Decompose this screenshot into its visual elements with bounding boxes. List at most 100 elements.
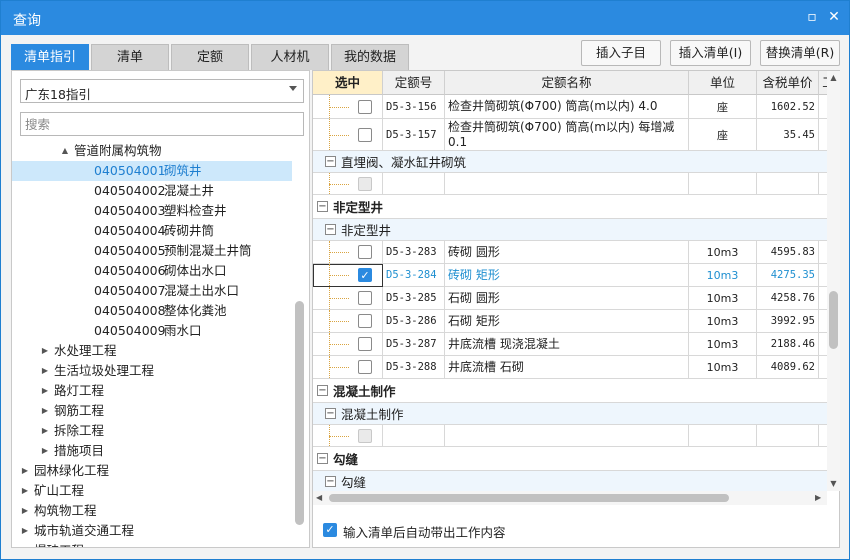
tree-item[interactable]: ▶ 城市轨道交通工程 — [12, 521, 292, 541]
row-checkbox[interactable] — [358, 99, 372, 114]
quota-row[interactable]: D5-3-157 检查井筒砌筑(Φ700) 筒高(m以内) 每增减0.1 座 35.4… — [313, 119, 827, 151]
row-checkbox[interactable] — [358, 337, 372, 351]
close-icon[interactable]: ✕ — [826, 9, 842, 25]
expand-arrow-icon[interactable]: ▶ — [20, 521, 30, 541]
labor-cell[interactable] — [819, 356, 827, 379]
quota-name-cell[interactable]: 检查井筒砌筑(Φ700) 筒高(m以内) 4.0 — [445, 95, 689, 119]
tree-item[interactable]: ▶ 矿山工程 — [12, 481, 292, 501]
quota-price-cell[interactable]: 2188.46 — [757, 333, 819, 356]
labor-cell[interactable] — [819, 310, 827, 333]
grid-group-row[interactable]: − 混凝土制作 — [313, 403, 827, 425]
tree-item[interactable]: ▶ 路灯工程 — [12, 381, 292, 401]
collapse-toggle-icon[interactable]: − — [325, 155, 336, 167]
quota-code-cell[interactable]: D5-3-285 — [383, 287, 445, 310]
collapse-toggle-icon[interactable]: − — [325, 475, 336, 487]
quota-price-cell[interactable]: 35.45 — [757, 119, 819, 151]
quota-code-cell[interactable]: D5-3-283 — [383, 241, 445, 264]
quota-row[interactable] — [313, 425, 827, 447]
quota-name-cell[interactable]: 砖砌 矩形 — [445, 264, 689, 287]
collapse-toggle-icon[interactable]: − — [325, 407, 336, 419]
quota-row[interactable]: D5-3-156 检查井筒砌筑(Φ700) 筒高(m以内) 4.0 座 1602.52 — [313, 95, 827, 119]
grid-group-row[interactable]: − 非定型井 — [313, 219, 827, 241]
scroll-down-icon[interactable]: ▼ — [827, 479, 840, 488]
col-header-price[interactable]: 含税单价 — [757, 71, 819, 95]
quota-row[interactable]: D5-3-288 井底流槽 石砌 10m3 4089.62 — [313, 356, 827, 379]
expand-arrow-icon[interactable]: ▶ — [40, 361, 50, 381]
replace-list-button[interactable]: 替换清单(R) — [760, 40, 840, 66]
grid-hscrollbar-thumb[interactable] — [329, 494, 729, 502]
quota-code-cell[interactable]: D5-3-288 — [383, 356, 445, 379]
quota-price-cell[interactable]: 1602.52 — [757, 95, 819, 119]
quota-code-cell[interactable]: D5-3-157 — [383, 119, 445, 151]
guide-select[interactable]: 广东18指引 — [20, 79, 304, 103]
quota-row[interactable]: D5-3-285 石砌 圆形 10m3 4258.76 — [313, 287, 827, 310]
auto-work-content-checkbox[interactable]: ✓ — [323, 523, 337, 537]
tree-item[interactable]: 040504001 砌筑井 — [12, 161, 292, 181]
search-input[interactable] — [20, 112, 304, 136]
expand-arrow-icon[interactable]: ▶ — [40, 401, 50, 421]
quota-code-cell[interactable]: D5-3-287 — [383, 333, 445, 356]
quota-unit-cell[interactable]: 10m3 — [689, 264, 757, 287]
quota-unit-cell[interactable]: 座 — [689, 95, 757, 119]
tree-item[interactable]: ▲ 管道附属构筑物 — [12, 141, 292, 161]
quota-unit-cell[interactable]: 10m3 — [689, 241, 757, 264]
tree-item[interactable]: ▶ 生活垃圾处理工程 — [12, 361, 292, 381]
expand-arrow-icon[interactable]: ▶ — [20, 461, 30, 481]
tab-quota[interactable]: 定额 — [171, 44, 249, 70]
quota-name-cell[interactable] — [445, 425, 689, 447]
grid-vscrollbar[interactable]: ▲ ▼ — [827, 71, 840, 491]
expand-arrow-icon[interactable]: ▶ — [20, 481, 30, 501]
labor-cell[interactable] — [819, 425, 827, 447]
tree-item[interactable]: 040504008 整体化粪池 — [12, 301, 292, 321]
tab-my-data[interactable]: 我的数据 — [331, 44, 409, 70]
row-checkbox[interactable] — [358, 245, 372, 259]
insert-child-button[interactable]: 插入子目 — [581, 40, 661, 66]
grid-group-row[interactable]: − 勾缝 — [313, 471, 827, 491]
grid-group-row[interactable]: − 混凝土制作 — [313, 379, 827, 403]
labor-cell[interactable] — [819, 173, 827, 195]
collapse-toggle-icon[interactable]: − — [317, 200, 328, 212]
tree-scrollbar[interactable] — [293, 141, 305, 547]
scroll-right-icon[interactable]: ▶ — [815, 491, 821, 505]
quota-row[interactable]: D5-3-286 石砌 矩形 10m3 3992.95 — [313, 310, 827, 333]
expand-arrow-icon[interactable]: ▶ — [40, 441, 50, 461]
row-checkbox[interactable]: ✓ — [358, 268, 372, 282]
quota-name-cell[interactable]: 井底流槽 现浇混凝土 — [445, 333, 689, 356]
labor-cell[interactable] — [819, 333, 827, 356]
tree-item[interactable]: 040504006 砌体出水口 — [12, 261, 292, 281]
grid-group-row[interactable]: − 非定型井 — [313, 195, 827, 219]
expand-arrow-icon[interactable]: ▶ — [40, 341, 50, 361]
labor-cell[interactable] — [819, 264, 827, 287]
scroll-left-icon[interactable]: ◀ — [316, 491, 322, 505]
row-checkbox[interactable] — [358, 127, 372, 142]
collapse-toggle-icon[interactable]: − — [317, 452, 328, 464]
tree-item[interactable]: 040504005 预制混凝土井筒 — [12, 241, 292, 261]
quota-unit-cell[interactable]: 10m3 — [689, 310, 757, 333]
tab-list[interactable]: 清单 — [91, 44, 169, 70]
quota-code-cell[interactable]: D5-3-156 — [383, 95, 445, 119]
quota-unit-cell[interactable] — [689, 425, 757, 447]
quota-unit-cell[interactable]: 10m3 — [689, 287, 757, 310]
quota-code-cell[interactable]: D5-3-284 — [383, 264, 445, 287]
row-checkbox[interactable] — [358, 360, 372, 374]
quota-name-cell[interactable]: 检查井筒砌筑(Φ700) 筒高(m以内) 每增减0.1 — [445, 119, 689, 151]
tab-labor-material[interactable]: 人材机 — [251, 44, 329, 70]
col-header-name[interactable]: 定额名称 — [445, 71, 689, 95]
row-checkbox[interactable] — [358, 291, 372, 305]
tree-item[interactable]: ▶ 水处理工程 — [12, 341, 292, 361]
quota-price-cell[interactable]: 3992.95 — [757, 310, 819, 333]
tree-item[interactable]: ▶ 钢筋工程 — [12, 401, 292, 421]
tab-list-guide[interactable]: 清单指引 — [11, 44, 89, 70]
labor-cell[interactable] — [819, 119, 827, 151]
tree-item[interactable]: ▶ 爆破工程 — [12, 541, 292, 547]
tree-scrollbar-thumb[interactable] — [295, 301, 304, 525]
tree-item[interactable]: 040504004 砖砌井筒 — [12, 221, 292, 241]
grid-group-row[interactable]: − 勾缝 — [313, 447, 827, 471]
quota-name-cell[interactable]: 井底流槽 石砌 — [445, 356, 689, 379]
tree-item[interactable]: ▶ 构筑物工程 — [12, 501, 292, 521]
collapse-arrow-icon[interactable]: ▲ — [60, 141, 70, 161]
expand-arrow-icon[interactable]: ▶ — [40, 381, 50, 401]
tree-item[interactable]: ▶ 园林绿化工程 — [12, 461, 292, 481]
grid-vscrollbar-thumb[interactable] — [829, 291, 838, 349]
quota-code-cell[interactable] — [383, 425, 445, 447]
